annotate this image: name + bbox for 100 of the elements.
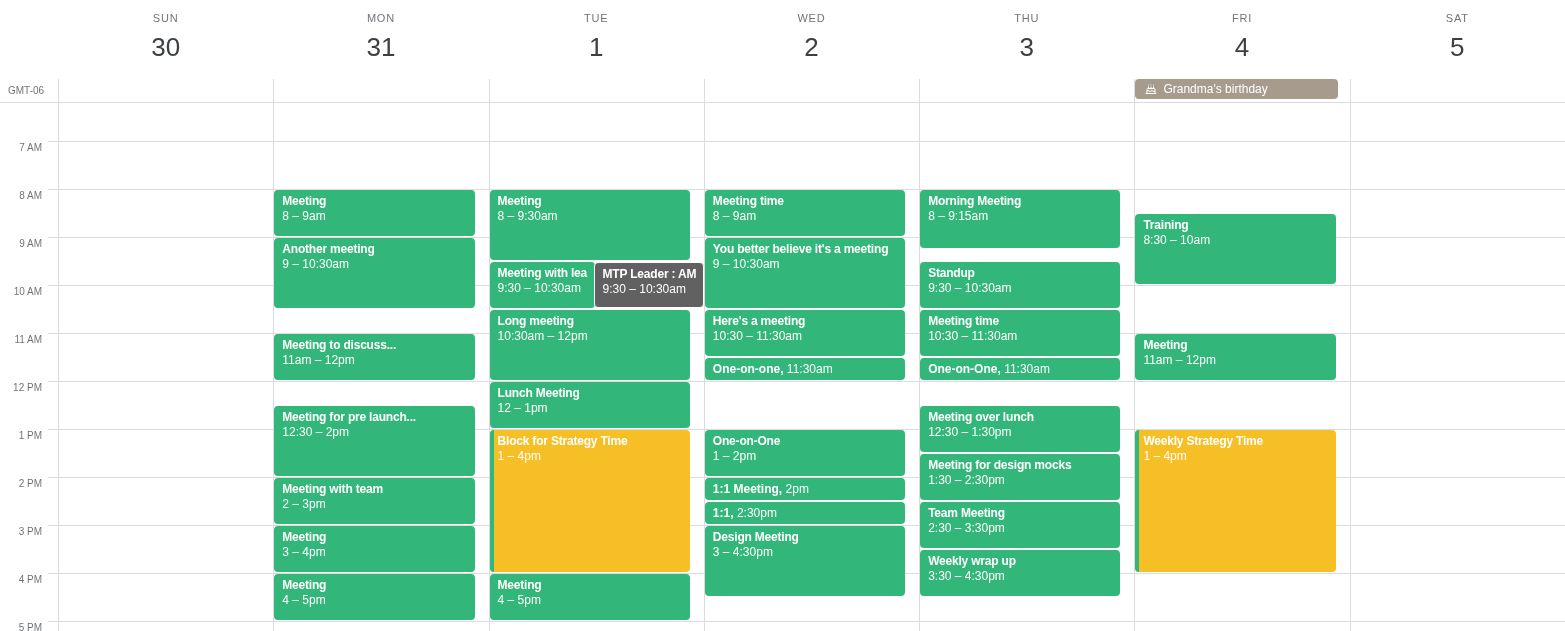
event-title: MTP Leader : AM: [602, 267, 697, 282]
event-title: Another meeting: [282, 242, 375, 257]
event-time: 8 – 9am: [712, 209, 757, 224]
event-title: Meeting with lea: [497, 266, 588, 281]
date-number[interactable]: 1: [588, 31, 604, 63]
event-block[interactable]: Meeting 4 – 5pm: [274, 574, 475, 620]
event-block[interactable]: Meeting over lunch 12:30 – 1:30pm: [920, 406, 1121, 452]
event-time: 9 – 10:30am: [712, 257, 780, 272]
weekday-label: MON: [366, 12, 395, 25]
event-time: 11am – 12pm: [282, 353, 355, 368]
event-block[interactable]: Here's a meeting 10:30 – 11:30am: [704, 310, 906, 356]
event-block[interactable]: Training 8:30 – 10am: [1135, 214, 1336, 284]
event-block[interactable]: Long meeting 10:30am – 12pm: [489, 310, 690, 380]
event-block[interactable]: Weekly Strategy Time 1 – 4pm: [1135, 430, 1336, 572]
event-time: 1 – 4pm: [497, 449, 541, 464]
event-block[interactable]: Meeting time 8 – 9am: [704, 190, 906, 236]
date-number[interactable]: 30: [151, 31, 181, 63]
event-time: 9 – 10:30am: [282, 257, 349, 272]
hour-label: 5 PM: [18, 622, 42, 631]
event-time: 10:30am – 12pm: [497, 329, 588, 344]
event-block[interactable]: Another meeting 9 – 10:30am: [274, 238, 475, 308]
hour-label: 7 AM: [19, 142, 42, 153]
event-label: 1:1 Meeting, 2pm: [712, 483, 809, 495]
event-time: 2 – 3pm: [282, 497, 326, 512]
event-title: Lunch Meeting: [497, 386, 580, 401]
hour-label: 8 AM: [19, 190, 42, 201]
event-time: 11am – 12pm: [1143, 353, 1216, 368]
event-time: 8:30 – 10am: [1143, 233, 1211, 248]
event-block[interactable]: 1:1, 2:30pm: [704, 502, 906, 524]
all-day-event[interactable]: Grandma's birthday: [1135, 79, 1338, 99]
event-block[interactable]: Meeting with lea 9:30 – 10:30am: [489, 262, 595, 308]
date-number[interactable]: 3: [1019, 31, 1034, 63]
event-block[interactable]: Weekly wrap up 3:30 – 4:30pm: [920, 550, 1121, 596]
event-block[interactable]: Meeting 11am – 12pm: [1135, 334, 1336, 380]
event-time: 4 – 5pm: [497, 593, 541, 608]
event-time: 10:30 – 11:30am: [928, 329, 1018, 344]
event-title: Meeting: [497, 578, 542, 593]
event-time: 3 – 4:30pm: [712, 545, 773, 560]
event-block[interactable]: 1:1 Meeting, 2pm: [704, 478, 906, 500]
event-time: 1 – 2pm: [712, 449, 757, 464]
hour-label: 3 PM: [18, 526, 42, 537]
date-number[interactable]: 5: [1450, 31, 1465, 63]
event-block[interactable]: Meeting 8 – 9am: [274, 190, 475, 236]
hour-label: 12 PM: [13, 382, 42, 393]
hour-label: 4 PM: [18, 574, 42, 585]
event-block[interactable]: One-on-One 1 – 2pm: [704, 430, 906, 476]
event-title: Team Meeting: [928, 506, 1005, 521]
event-block[interactable]: Meeting time 10:30 – 11:30am: [920, 310, 1121, 356]
event-block[interactable]: Meeting 8 – 9:30am: [489, 190, 690, 260]
event-block[interactable]: Block for Strategy Time 1 – 4pm: [489, 430, 690, 572]
event-title: Meeting: [282, 578, 327, 593]
event-time: 9:30 – 10:30am: [497, 281, 581, 296]
event-block[interactable]: You better believe it's a meeting 9 – 10:30am: [704, 238, 906, 308]
event-block[interactable]: Lunch Meeting 12 – 1pm: [489, 382, 690, 428]
event-title: Here's a meeting: [712, 314, 806, 329]
event-block[interactable]: Meeting with team 2 – 3pm: [274, 478, 475, 524]
event-block[interactable]: One-on-One, 11:30am: [920, 358, 1121, 380]
event-title: Meeting over lunch: [928, 410, 1034, 425]
event-label: One-on-one, 11:30am: [712, 363, 833, 375]
event-time: 12 – 1pm: [497, 401, 548, 416]
event-block[interactable]: Morning Meeting 8 – 9:15am: [920, 190, 1121, 248]
event-title: One-on-One: [712, 434, 781, 449]
event-title: Weekly wrap up: [928, 554, 1016, 569]
event-block[interactable]: Meeting to discuss... 11am – 12pm: [274, 334, 475, 380]
event-time: 3:30 – 4:30pm: [928, 569, 1005, 584]
weekday-label: THU: [1014, 12, 1040, 25]
event-title: Meeting to discuss...: [282, 338, 397, 353]
event-title: Meeting for pre launch...: [282, 410, 416, 425]
event-block[interactable]: MTP Leader : AM 9:30 – 10:30am: [593, 262, 704, 308]
event-title: Meeting time: [928, 314, 1000, 329]
event-title: Meeting for design mocks: [928, 458, 1072, 473]
date-number[interactable]: 2: [804, 31, 819, 63]
event-time: 12:30 – 1:30pm: [928, 425, 1012, 440]
event-label: One-on-One, 11:30am: [928, 363, 1050, 375]
event-title: Meeting: [497, 194, 542, 209]
event-title: Training: [1143, 218, 1189, 233]
timezone-label: GMT-06: [8, 84, 45, 98]
event-title: Long meeting: [497, 314, 574, 329]
event-title: Weekly Strategy Time: [1143, 434, 1264, 449]
event-title: Meeting with team: [282, 482, 383, 497]
event-time: 8 – 9am: [282, 209, 326, 224]
event-block[interactable]: Team Meeting 2:30 – 3:30pm: [920, 502, 1121, 548]
event-block[interactable]: Standup 9:30 – 10:30am: [920, 262, 1121, 308]
event-title: Meeting: [1143, 338, 1188, 353]
date-number[interactable]: 31: [366, 31, 396, 63]
event-block[interactable]: Meeting 3 – 4pm: [274, 526, 475, 572]
weekday-label: FRI: [1232, 12, 1253, 25]
event-block[interactable]: One-on-one, 11:30am: [704, 358, 906, 380]
event-block[interactable]: Meeting 4 – 5pm: [489, 574, 690, 620]
weekday-label: WED: [797, 12, 826, 25]
event-block[interactable]: Meeting for pre launch... 12:30 – 2pm: [274, 406, 475, 476]
date-number[interactable]: 4: [1234, 31, 1250, 63]
event-title: Block for Strategy Time: [497, 434, 628, 449]
event-title: Meeting: [282, 530, 327, 545]
event-title: Standup: [928, 266, 975, 281]
event-block[interactable]: Meeting for design mocks 1:30 – 2:30pm: [920, 454, 1121, 500]
event-time: 9:30 – 10:30am: [928, 281, 1012, 296]
event-title: Morning Meeting: [928, 194, 1022, 209]
event-block[interactable]: Design Meeting 3 – 4:30pm: [704, 526, 906, 596]
weekday-label: SUN: [152, 12, 179, 25]
